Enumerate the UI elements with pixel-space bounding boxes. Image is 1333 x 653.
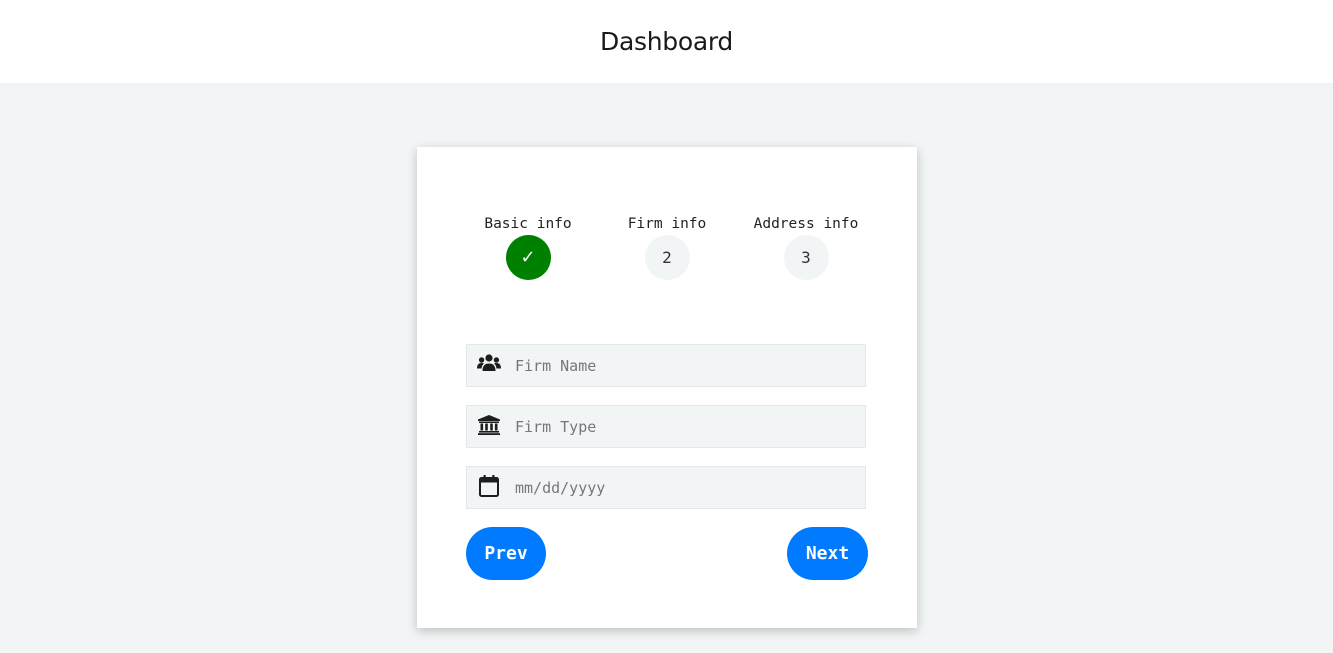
step-number: 2 xyxy=(644,235,690,280)
step-firm-info: Firm info 2 xyxy=(597,213,737,280)
date-input[interactable] xyxy=(511,467,855,508)
bank-icon xyxy=(467,403,511,446)
step-number: 3 xyxy=(783,235,829,280)
step-label: Firm info xyxy=(627,216,707,232)
step-basic-info: Basic info ✓ xyxy=(458,213,598,280)
page-title: Dashboard xyxy=(600,27,733,56)
progress-steps: Basic info ✓ Firm info 2 Address info 3 xyxy=(417,213,917,283)
app-header: Dashboard xyxy=(0,0,1333,83)
firm-type-input[interactable] xyxy=(511,406,855,447)
prev-button[interactable]: Prev xyxy=(466,527,546,580)
next-button[interactable]: Next xyxy=(787,527,868,580)
firm-type-field xyxy=(466,405,866,448)
step-address-info: Address info 3 xyxy=(736,213,876,280)
step-label: Address info xyxy=(753,216,859,232)
calendar-icon xyxy=(467,464,511,507)
users-icon xyxy=(467,342,511,385)
form-card: Basic info ✓ Firm info 2 Address info 3 xyxy=(417,147,917,628)
firm-name-input[interactable] xyxy=(511,345,855,386)
step-check-icon: ✓ xyxy=(505,235,551,280)
date-field xyxy=(466,466,866,509)
firm-name-field xyxy=(466,344,866,387)
step-label: Basic info xyxy=(484,216,572,232)
